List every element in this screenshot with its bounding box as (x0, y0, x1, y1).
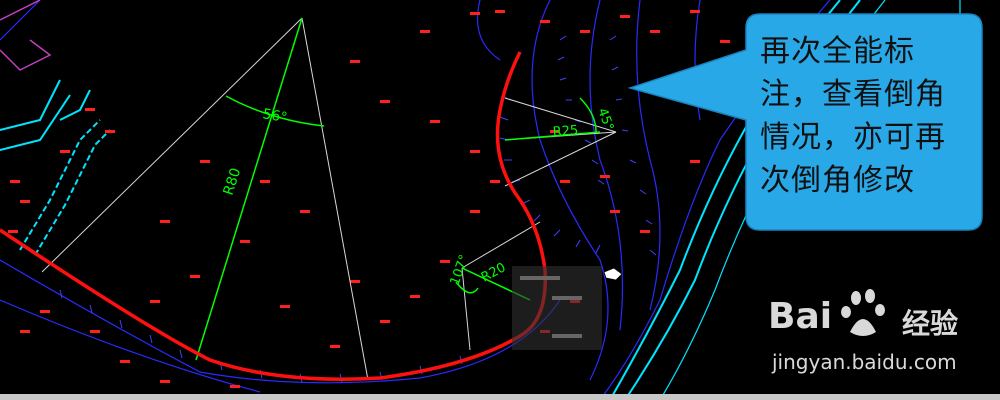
angle-bottom-label: 107° (448, 253, 473, 288)
callout-text: 再次全能标注，查看倒角情况，亦可再次倒角修改 (760, 34, 946, 198)
building-outline (0, 0, 52, 71)
angle-small-top-label: 45° (594, 106, 616, 133)
mouse-pointer-icon (603, 267, 623, 281)
watermark-brand: Bai (768, 296, 833, 337)
status-bar (0, 394, 1000, 400)
baidu-watermark: Bai 经验 jingyan.baidu.com (768, 296, 988, 386)
fillet-curve[interactable] (0, 51, 548, 381)
radius-big-label: R80 (221, 166, 245, 197)
contour-lines (0, 0, 831, 400)
watermark-brand-cn: 经验 (902, 307, 959, 340)
radius-small-top-label: R25 (552, 123, 579, 140)
command-tooltip (512, 266, 602, 350)
radius-bottom-label: R20 (479, 260, 509, 285)
angle-top-label: 56° (261, 106, 288, 126)
watermark-url: jingyan.baidu.com (772, 350, 957, 374)
